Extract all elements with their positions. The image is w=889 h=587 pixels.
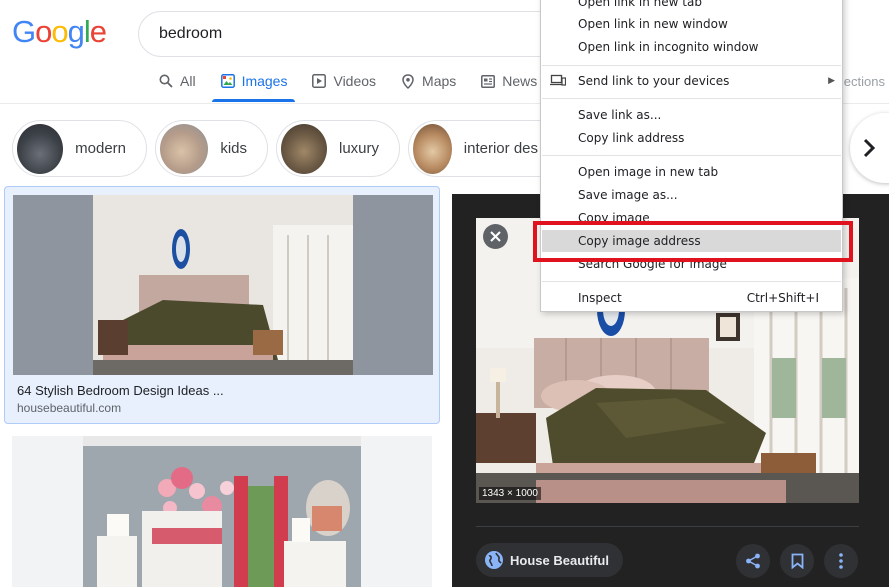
menu-divider xyxy=(542,98,841,99)
logo-letter: G xyxy=(12,14,36,49)
menu-item-label: Save image as... xyxy=(578,188,678,202)
menu-item-open-link-incognito[interactable]: Open link in incognito window xyxy=(542,36,841,58)
tab-label: Videos xyxy=(333,73,377,89)
result-source[interactable]: housebeautiful.com xyxy=(17,401,121,415)
result-image[interactable] xyxy=(12,436,432,587)
map-pin-icon xyxy=(400,73,416,89)
chip-luxury[interactable]: luxury xyxy=(276,120,400,177)
share-icon xyxy=(746,553,760,569)
close-preview-button[interactable] xyxy=(483,224,508,249)
close-icon xyxy=(490,231,501,242)
menu-divider xyxy=(542,281,841,282)
source-label: House Beautiful xyxy=(510,552,609,568)
search-box[interactable] xyxy=(138,11,578,57)
chips-next-button[interactable] xyxy=(850,113,889,183)
logo-letter: g xyxy=(67,14,85,49)
search-input[interactable] xyxy=(159,12,539,56)
menu-item-label: Open link in new window xyxy=(578,17,728,31)
menu-item-open-link-new-window[interactable]: Open link in new window xyxy=(542,13,841,35)
collections-link[interactable]: llections xyxy=(838,74,885,89)
tab-label: News xyxy=(502,73,538,89)
logo-letter: o xyxy=(35,14,52,49)
image-icon xyxy=(220,73,236,89)
chip-label: modern xyxy=(75,140,126,157)
menu-item-shortcut: Ctrl+Shift+I xyxy=(746,291,819,305)
menu-item-label: Save link as... xyxy=(578,108,662,122)
tab-news[interactable]: News xyxy=(472,66,545,96)
tab-all[interactable]: All xyxy=(150,66,204,96)
menu-item-label: Send link to your devices xyxy=(578,74,730,88)
image-size-label: 1343 × 1000 xyxy=(479,487,541,500)
chip-label: kids xyxy=(220,140,247,157)
menu-item-open-link-new-tab[interactable]: Open link in new tab xyxy=(542,0,841,13)
chip-label: luxury xyxy=(338,140,379,157)
menu-item-inspect[interactable]: Inspect Ctrl+Shift+I xyxy=(542,287,841,309)
chip-thumbnail xyxy=(160,123,209,174)
tab-images[interactable]: Images xyxy=(211,66,296,102)
chip-interior-design[interactable]: interior des xyxy=(408,120,558,177)
search-tabs: All Images Videos Maps News xyxy=(150,66,553,104)
bookmark-icon xyxy=(791,553,803,569)
highlight-box xyxy=(533,221,853,262)
menu-item-open-image-new-tab[interactable]: Open image in new tab xyxy=(542,161,841,183)
bedroom-photo xyxy=(13,195,433,375)
chip-modern[interactable]: modern xyxy=(12,120,147,177)
news-icon xyxy=(480,73,496,89)
context-menu: Open link in new tab Open link in new wi… xyxy=(540,0,843,312)
chip-kids[interactable]: kids xyxy=(155,120,268,177)
logo-letter: e xyxy=(89,14,107,49)
tab-videos[interactable]: Videos xyxy=(303,66,384,96)
menu-divider xyxy=(542,65,841,66)
menu-item-label: Open link in new tab xyxy=(578,0,702,9)
share-button[interactable] xyxy=(736,544,770,578)
chip-thumbnail xyxy=(17,123,64,174)
preview-divider xyxy=(476,526,859,527)
globe-icon xyxy=(485,551,503,569)
chip-thumbnail xyxy=(413,123,452,174)
tab-maps[interactable]: Maps xyxy=(392,66,464,96)
search-icon xyxy=(158,73,174,89)
more-options-button[interactable] xyxy=(824,544,858,578)
google-logo[interactable]: Google xyxy=(12,14,107,50)
result-title[interactable]: 64 Stylish Bedroom Design Ideas ... xyxy=(17,383,224,398)
result-card[interactable]: 64 Stylish Bedroom Design Ideas ... hous… xyxy=(4,186,440,424)
tab-label: All xyxy=(180,73,196,89)
source-button[interactable]: House Beautiful xyxy=(476,543,623,577)
play-icon xyxy=(311,73,327,89)
menu-item-save-image-as[interactable]: Save image as... xyxy=(542,184,841,206)
chip-thumbnail xyxy=(281,123,327,174)
page: Google All Images Videos xyxy=(0,0,889,587)
devices-icon xyxy=(550,74,567,89)
save-button[interactable] xyxy=(780,544,814,578)
chevron-right-icon xyxy=(863,138,876,158)
logo-letter: o xyxy=(51,14,68,49)
tab-label: Maps xyxy=(422,73,457,89)
more-vert-icon xyxy=(839,553,843,569)
menu-item-save-link-as[interactable]: Save link as... xyxy=(542,104,841,126)
menu-item-label: Inspect xyxy=(578,291,622,305)
menu-item-copy-link-address[interactable]: Copy link address xyxy=(542,127,841,149)
menu-item-label: Copy link address xyxy=(578,131,685,145)
menu-item-label: Open image in new tab xyxy=(578,165,719,179)
result-image[interactable] xyxy=(13,195,433,375)
menu-item-send-link-to-devices[interactable]: Send link to your devices ▶ xyxy=(542,70,841,92)
submenu-arrow-icon: ▶ xyxy=(828,76,835,86)
tab-label: Images xyxy=(241,73,288,89)
menu-divider xyxy=(542,155,841,156)
result-card[interactable] xyxy=(12,436,432,587)
menu-item-label: Open link in incognito window xyxy=(578,40,759,54)
